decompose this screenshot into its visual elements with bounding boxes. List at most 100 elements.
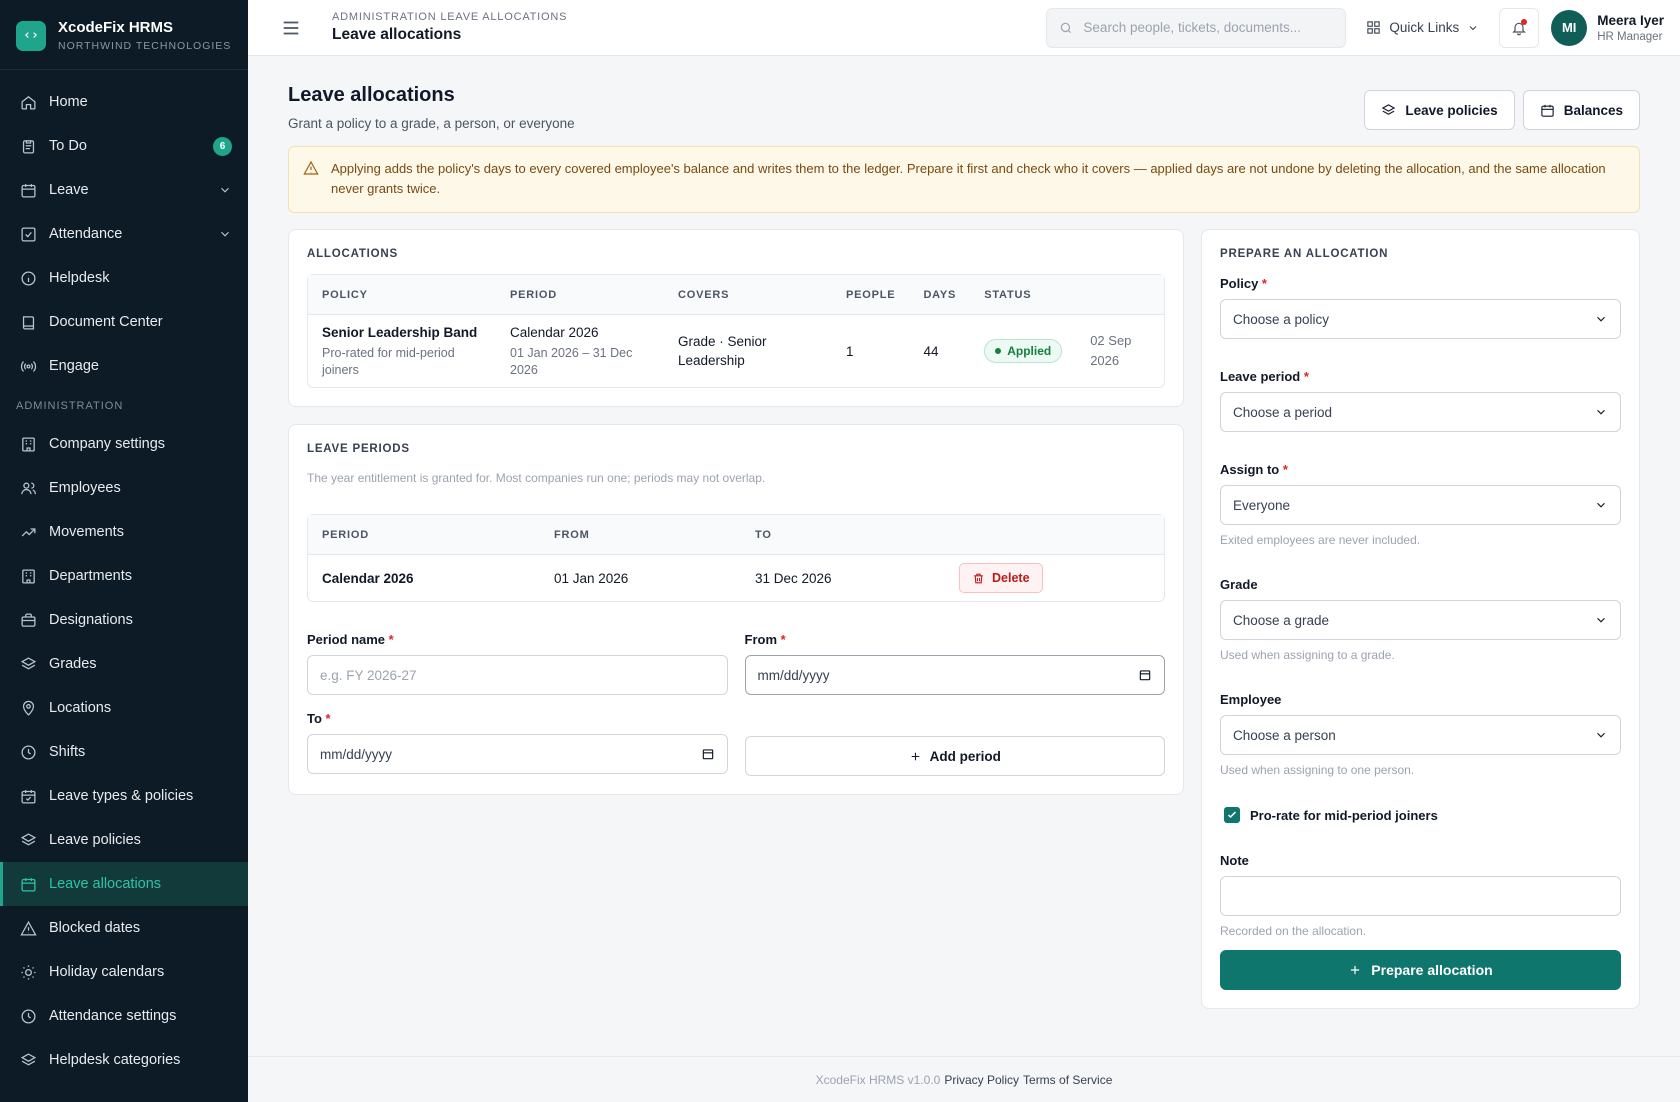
sidebar-item-leave-allocations[interactable]: Leave allocations [0, 862, 248, 906]
sidebar-item-blocked-dates[interactable]: Blocked dates [0, 906, 248, 950]
sidebar-item-movements[interactable]: Movements [0, 510, 248, 554]
prepare-allocation-label: Prepare allocation [1371, 962, 1493, 978]
policy-cell: Senior Leadership Band Pro-rated for mid… [308, 315, 496, 387]
calendar-icon[interactable] [1138, 668, 1152, 682]
sidebar-item-grades[interactable]: Grades [0, 642, 248, 686]
people-cell: 1 [846, 343, 854, 359]
leave-policies-button[interactable]: Leave policies [1364, 90, 1515, 130]
calendar-icon [1541, 104, 1554, 117]
left-column: ALLOCATIONS POLICY PERIOD COVERS PEOPLE … [288, 229, 1184, 1009]
leave-period-select[interactable]: Choose a period [1220, 392, 1621, 432]
search-input[interactable]: Search people, tickets, documents... [1046, 7, 1347, 48]
footer-version: XcodeFix HRMS v1.0.0 [815, 1072, 941, 1087]
chevron-down-icon [221, 231, 229, 237]
assign-to-select[interactable]: Everyone [1220, 485, 1621, 525]
terms-of-service-link[interactable]: Terms of Service [1023, 1073, 1112, 1087]
calendar-icon [20, 876, 37, 893]
sidebar-item-attendance-settings[interactable]: Attendance settings [0, 994, 248, 1038]
brand-name: XcodeFix HRMS [58, 19, 174, 36]
period-cell: Calendar 2026 01 Jan 2026 – 31 Dec 2026 [496, 315, 664, 387]
note-input[interactable] [1220, 876, 1621, 916]
calendar-icon[interactable] [701, 747, 715, 761]
period-name-label: Period name * [307, 632, 394, 647]
quick-links-label: Quick Links [1389, 20, 1460, 35]
sidebar-item-leave-policies[interactable]: Leave policies [0, 818, 248, 862]
content-grid: ALLOCATIONS POLICY PERIOD COVERS PEOPLE … [288, 229, 1640, 1009]
column-header: PERIOD [308, 515, 540, 555]
policy-select-value: Choose a policy [1233, 311, 1330, 327]
info-icon [20, 270, 37, 287]
right-column: PREPARE AN ALLOCATION Policy * Choose a … [1201, 229, 1640, 1009]
alert-text: Applying adds the policy's days to every… [331, 161, 1606, 196]
menu-icon[interactable] [280, 17, 302, 39]
employee-select[interactable]: Choose a person [1220, 715, 1621, 755]
prorate-checkbox[interactable] [1224, 807, 1240, 823]
grade-label: Grade [1220, 577, 1258, 592]
sidebar-item-home[interactable]: Home [0, 80, 248, 124]
map-pin-icon [20, 700, 37, 717]
grade-select[interactable]: Choose a grade [1220, 600, 1621, 640]
to-date-value: mm/dd/yyyy [320, 746, 393, 762]
sidebar-item-document-center[interactable]: Document Center [0, 300, 248, 344]
sidebar-item-employees[interactable]: Employees [0, 466, 248, 510]
note-field: Note Recorded on the allocation. [1220, 853, 1621, 938]
table-header-row: POLICY PERIOD COVERS PEOPLE DAYS STATUS [308, 275, 1164, 315]
clock-icon [20, 744, 37, 761]
covers-cell: Grade · Senior Leadership [678, 334, 767, 368]
sidebar-item-company-settings[interactable]: Company settings [0, 422, 248, 466]
sidebar-item-label: Engage [49, 358, 99, 374]
todo-count-badge: 6 [213, 136, 232, 156]
sidebar-item-label: Attendance [49, 226, 123, 242]
page-title: Leave allocations [288, 84, 455, 106]
sidebar-item-helpdesk[interactable]: Helpdesk [0, 256, 248, 300]
sidebar-section-admin: ADMINISTRATION [16, 400, 124, 412]
sidebar-item-locations[interactable]: Locations [0, 686, 248, 730]
from-date-input[interactable]: mm/dd/yyyy [744, 655, 1165, 695]
delete-period-button[interactable]: Delete [959, 563, 1043, 593]
trending-icon [20, 524, 37, 541]
sidebar-item-designations[interactable]: Designations [0, 598, 248, 642]
leave-periods-help: The year entitlement is granted for. Mos… [307, 471, 766, 485]
notifications-button[interactable] [1499, 7, 1540, 48]
app-shell: ‹› XcodeFix HRMS NORTHWIND TECHNOLOGIES … [0, 0, 1680, 1102]
sidebar-item-label: Home [49, 94, 88, 110]
sidebar-item-holiday-calendars[interactable]: Holiday calendars [0, 950, 248, 994]
policy-field: Policy * Choose a policy [1220, 276, 1621, 339]
user-menu[interactable]: MI Meera Iyer HR Manager [1551, 9, 1664, 46]
balances-button[interactable]: Balances [1522, 90, 1640, 130]
to-date-input[interactable]: mm/dd/yyyy [307, 734, 728, 774]
note-hint: Recorded on the allocation. [1220, 924, 1367, 938]
brand[interactable]: ‹› XcodeFix HRMS NORTHWIND TECHNOLOGIES [0, 0, 248, 70]
period-name-input[interactable]: e.g. FY 2026-27 [307, 655, 728, 695]
leave-periods-title: LEAVE PERIODS [307, 443, 410, 455]
page-content: Leave allocations Grant a policy to a gr… [248, 56, 1680, 1102]
sidebar-item-leave-types-policies[interactable]: Leave types & policies [0, 774, 248, 818]
layers-icon [20, 832, 37, 849]
period-to: 31 Dec 2026 [755, 570, 832, 586]
prorate-checkbox-row[interactable]: Pro-rate for mid-period joiners [1220, 807, 1621, 823]
period-name-placeholder: e.g. FY 2026-27 [320, 667, 417, 683]
column-header [1076, 275, 1164, 315]
policy-select[interactable]: Choose a policy [1220, 299, 1621, 339]
clipboard-icon [20, 138, 37, 155]
plus-icon [911, 752, 919, 760]
table-row[interactable]: Senior Leadership Band Pro-rated for mid… [308, 315, 1164, 387]
add-period-button[interactable]: Add period [744, 736, 1165, 776]
sidebar-item-label: Departments [49, 568, 133, 584]
privacy-policy-link[interactable]: Privacy Policy [944, 1073, 1019, 1087]
quick-links-button[interactable]: Quick Links [1366, 20, 1479, 35]
sidebar-item-label: Leave types & policies [49, 788, 194, 804]
sidebar-item-departments[interactable]: Departments [0, 554, 248, 598]
chevron-down-icon [1597, 502, 1605, 508]
column-header: COVERS [664, 275, 832, 315]
assign-to-label: Assign to * [1220, 462, 1288, 477]
sidebar-item-leave[interactable]: Leave [0, 168, 248, 212]
sidebar-item-shifts[interactable]: Shifts [0, 730, 248, 774]
prepare-allocation-button[interactable]: Prepare allocation [1220, 950, 1621, 990]
sidebar-item-label: Leave policies [49, 832, 141, 848]
sidebar-item-helpdesk-categories[interactable]: Helpdesk categories [0, 1038, 248, 1082]
sidebar-item-engage[interactable]: Engage [0, 344, 248, 388]
sidebar-item-todo[interactable]: To Do 6 [0, 124, 248, 168]
period-range: 01 Jan 2026 – 31 Dec 2026 [510, 346, 633, 377]
sidebar-item-attendance[interactable]: Attendance [0, 212, 248, 256]
